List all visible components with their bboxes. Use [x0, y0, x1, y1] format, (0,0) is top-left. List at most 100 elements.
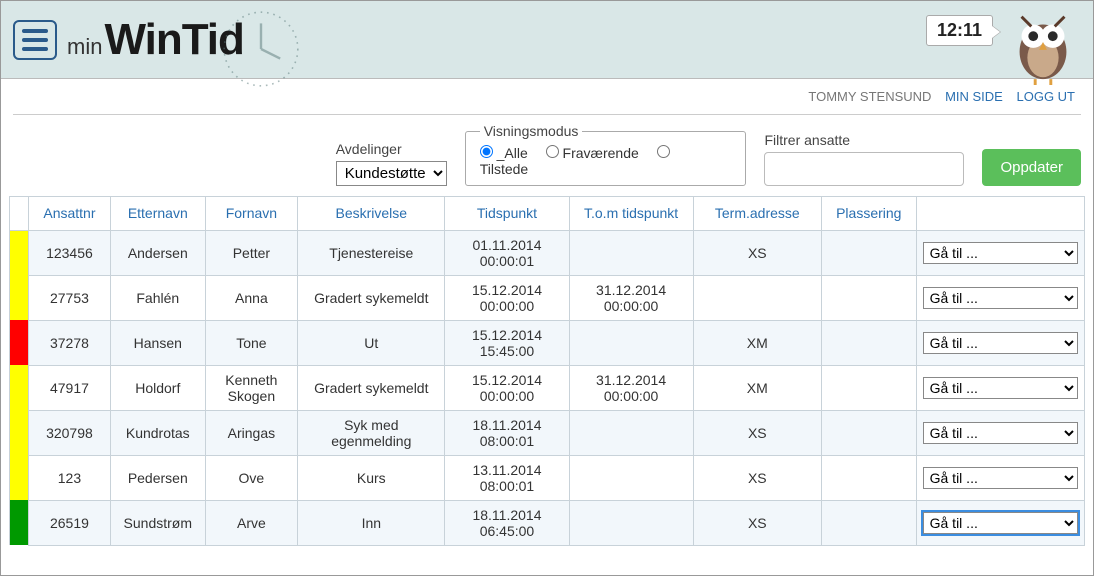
- goto-select[interactable]: Gå til ...: [923, 287, 1078, 309]
- viewmode-all-radio[interactable]: [480, 145, 493, 158]
- owl-icon: [1003, 3, 1083, 85]
- filter-group: Filtrer ansatte: [764, 132, 964, 186]
- cell-id: 27753: [28, 275, 110, 320]
- cell-place: [821, 410, 916, 455]
- table-row[interactable]: 47917HoldorfKenneth SkogenGradert sykeme…: [10, 365, 1085, 410]
- clock-badge: 12:11: [926, 15, 993, 46]
- cell-time: 15.12.201415:45:00: [445, 320, 569, 365]
- update-button[interactable]: Oppdater: [982, 149, 1081, 186]
- table-row[interactable]: 320798KundrotasAringasSyk med egenmeldin…: [10, 410, 1085, 455]
- cell-term: [693, 275, 821, 320]
- logout-link[interactable]: LOGG UT: [1016, 89, 1075, 104]
- cell-desc: Syk med egenmelding: [298, 410, 445, 455]
- department-select[interactable]: Kundestøtte: [336, 161, 447, 186]
- cell-action: Gå til ...: [916, 500, 1084, 545]
- cell-id: 26519: [28, 500, 110, 545]
- cell-time-to: [569, 455, 693, 500]
- goto-select[interactable]: Gå til ...: [923, 332, 1078, 354]
- goto-select[interactable]: Gå til ...: [923, 377, 1078, 399]
- cell-firstname: Kenneth Skogen: [205, 365, 298, 410]
- menu-button[interactable]: [13, 20, 57, 60]
- cell-lastname: Kundrotas: [110, 410, 205, 455]
- table-header-row: Ansattnr Etternavn Fornavn Beskrivelse T…: [10, 197, 1085, 231]
- table-row[interactable]: 27753FahlénAnnaGradert sykemeldt15.12.20…: [10, 275, 1085, 320]
- cell-time: 18.11.201408:00:01: [445, 410, 569, 455]
- cell-time: 15.12.201400:00:00: [445, 365, 569, 410]
- viewmode-away[interactable]: Fraværende: [546, 145, 639, 161]
- goto-select[interactable]: Gå til ...: [923, 242, 1078, 264]
- cell-place: [821, 455, 916, 500]
- employee-table: Ansattnr Etternavn Fornavn Beskrivelse T…: [9, 196, 1085, 546]
- table-row[interactable]: 123PedersenOveKurs13.11.201408:00:01XSGå…: [10, 455, 1085, 500]
- cell-time-to: 31.12.201400:00:00: [569, 275, 693, 320]
- cell-action: Gå til ...: [916, 320, 1084, 365]
- cell-time: 15.12.201400:00:00: [445, 275, 569, 320]
- cell-firstname: Arve: [205, 500, 298, 545]
- table-row[interactable]: 37278HansenToneUt15.12.201415:45:00XMGå …: [10, 320, 1085, 365]
- cell-lastname: Sundstrøm: [110, 500, 205, 545]
- cell-time-to: [569, 500, 693, 545]
- cell-term: XM: [693, 320, 821, 365]
- filter-input[interactable]: [764, 152, 964, 186]
- cell-time-to: [569, 410, 693, 455]
- col-place[interactable]: Plassering: [821, 197, 916, 231]
- cell-action: Gå til ...: [916, 410, 1084, 455]
- cell-desc: Tjenestereise: [298, 230, 445, 275]
- cell-desc: Gradert sykemeldt: [298, 365, 445, 410]
- cell-term: XS: [693, 500, 821, 545]
- cell-lastname: Holdorf: [110, 365, 205, 410]
- viewmode-present-radio[interactable]: [657, 145, 670, 158]
- cell-desc: Ut: [298, 320, 445, 365]
- cell-lastname: Hansen: [110, 320, 205, 365]
- cell-firstname: Anna: [205, 275, 298, 320]
- viewmode-fieldset: Visningsmodus _Alle Fraværende Tilstede: [465, 123, 747, 186]
- cell-time-to: [569, 230, 693, 275]
- status-cell: [10, 275, 29, 320]
- cell-action: Gå til ...: [916, 455, 1084, 500]
- department-label: Avdelinger: [336, 141, 447, 157]
- viewmode-away-radio[interactable]: [546, 145, 559, 158]
- cell-action: Gå til ...: [916, 365, 1084, 410]
- user-bar: TOMMY STENSUND MIN SIDE LOGG UT: [1, 79, 1093, 110]
- cell-time: 13.11.201408:00:01: [445, 455, 569, 500]
- cell-time-to: [569, 320, 693, 365]
- col-term[interactable]: Term.adresse: [693, 197, 821, 231]
- divider: [13, 114, 1081, 115]
- cell-id: 47917: [28, 365, 110, 410]
- table-row[interactable]: 123456AndersenPetterTjenestereise01.11.2…: [10, 230, 1085, 275]
- app-header: min WinTid 12:11: [1, 1, 1093, 79]
- col-lastname[interactable]: Etternavn: [110, 197, 205, 231]
- col-desc[interactable]: Beskrivelse: [298, 197, 445, 231]
- goto-select[interactable]: Gå til ...: [923, 467, 1078, 489]
- goto-select[interactable]: Gå til ...: [923, 512, 1078, 534]
- col-firstname[interactable]: Fornavn: [205, 197, 298, 231]
- goto-select[interactable]: Gå til ...: [923, 422, 1078, 444]
- cell-desc: Kurs: [298, 455, 445, 500]
- cell-firstname: Tone: [205, 320, 298, 365]
- col-action: [916, 197, 1084, 231]
- viewmode-all[interactable]: _Alle: [480, 145, 528, 161]
- table-row[interactable]: 26519SundstrømArveInn18.11.201406:45:00 X…: [10, 500, 1085, 545]
- cell-action: Gå til ...: [916, 275, 1084, 320]
- cell-time: 18.11.201406:45:00: [445, 500, 569, 545]
- cell-action: Gå til ...: [916, 230, 1084, 275]
- col-time[interactable]: Tidspunkt: [445, 197, 569, 231]
- cell-id: 123456: [28, 230, 110, 275]
- logo-prefix: min: [67, 34, 102, 60]
- cell-place: [821, 365, 916, 410]
- cell-id: 123: [28, 455, 110, 500]
- col-status: [10, 197, 29, 231]
- cell-place: [821, 500, 916, 545]
- col-time-to[interactable]: T.o.m tidspunkt: [569, 197, 693, 231]
- cell-place: [821, 230, 916, 275]
- cell-firstname: Ove: [205, 455, 298, 500]
- cell-desc: Inn: [298, 500, 445, 545]
- col-id[interactable]: Ansattnr: [28, 197, 110, 231]
- cell-firstname: Petter: [205, 230, 298, 275]
- app-logo: min WinTid: [67, 15, 244, 65]
- department-group: Avdelinger Kundestøtte: [336, 141, 447, 186]
- cell-time-to: 31.12.201400:00:00: [569, 365, 693, 410]
- status-cell: [10, 230, 29, 275]
- my-page-link[interactable]: MIN SIDE: [945, 89, 1003, 104]
- status-cell: [10, 500, 29, 545]
